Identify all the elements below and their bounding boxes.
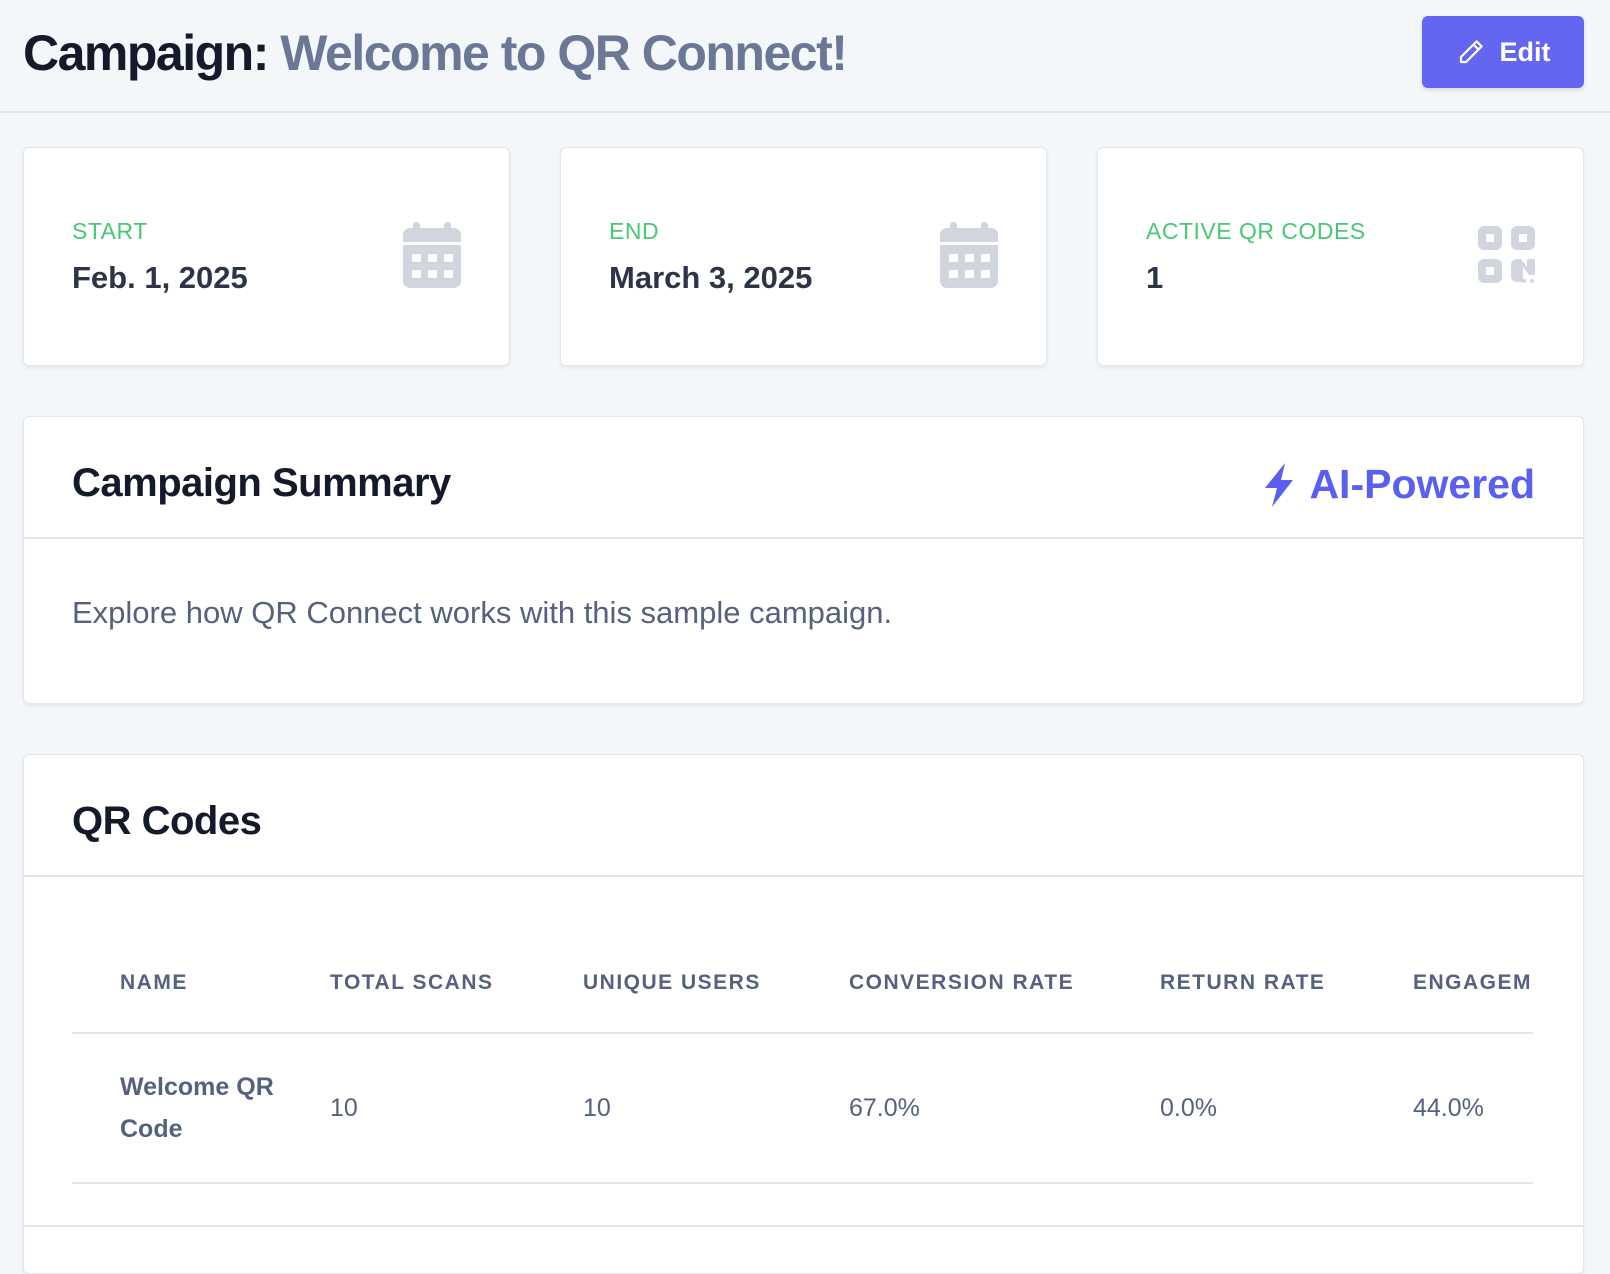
summary-title: Campaign Summary [72, 461, 451, 505]
calendar-icon [403, 222, 461, 288]
qr-codes-title: QR Codes [72, 799, 262, 843]
cell-engagement: 44.0% [1365, 1033, 1533, 1184]
summary-text: Explore how QR Connect works with this s… [72, 595, 893, 630]
qr-codes-table: NAME TOTAL SCANS UNIQUE USERS CONVERSION… [72, 933, 1533, 1184]
table-row[interactable]: Welcome QR Code 10 10 67.0% 0.0% 44.0% [72, 1033, 1533, 1184]
calendar-icon [940, 222, 998, 288]
campaign-summary-card: Campaign Summary AI-Powered Explore how … [23, 416, 1584, 704]
stat-card-end: END March 3, 2025 [560, 147, 1047, 366]
page-title: Campaign: Welcome to QR Connect! [23, 25, 848, 81]
column-header-return-rate[interactable]: RETURN RATE [1112, 933, 1365, 1034]
ai-powered-badge: AI-Powered [1263, 461, 1535, 508]
stat-card-start: START Feb. 1, 2025 [23, 147, 510, 366]
pencil-icon [1459, 40, 1483, 64]
column-header-name[interactable]: NAME [72, 933, 282, 1034]
page-header: Campaign: Welcome to QR Connect! Edit [0, 0, 1610, 113]
qr-code-icon [1478, 226, 1535, 283]
column-header-total-scans[interactable]: TOTAL SCANS [282, 933, 535, 1034]
cell-name[interactable]: Welcome QR Code [72, 1033, 282, 1184]
qr-codes-card: QR Codes NAME TOTAL SCANS UNIQUE USERS C… [23, 754, 1584, 1274]
cell-total-scans: 10 [282, 1033, 535, 1184]
divider [24, 1225, 1583, 1227]
cell-return-rate: 0.0% [1112, 1033, 1365, 1184]
stat-card-active-qr-codes: ACTIVE QR CODES 1 [1097, 147, 1584, 366]
cell-conversion-rate: 67.0% [801, 1033, 1112, 1184]
lightning-icon [1265, 462, 1294, 507]
column-header-engagement[interactable]: ENGAGEME [1365, 933, 1533, 1034]
edit-button[interactable]: Edit [1422, 16, 1584, 88]
campaign-name: Welcome to QR Connect! [280, 25, 848, 81]
column-header-conversion-rate[interactable]: CONVERSION RATE [801, 933, 1112, 1034]
column-header-unique-users[interactable]: UNIQUE USERS [535, 933, 801, 1034]
cell-unique-users: 10 [535, 1033, 801, 1184]
